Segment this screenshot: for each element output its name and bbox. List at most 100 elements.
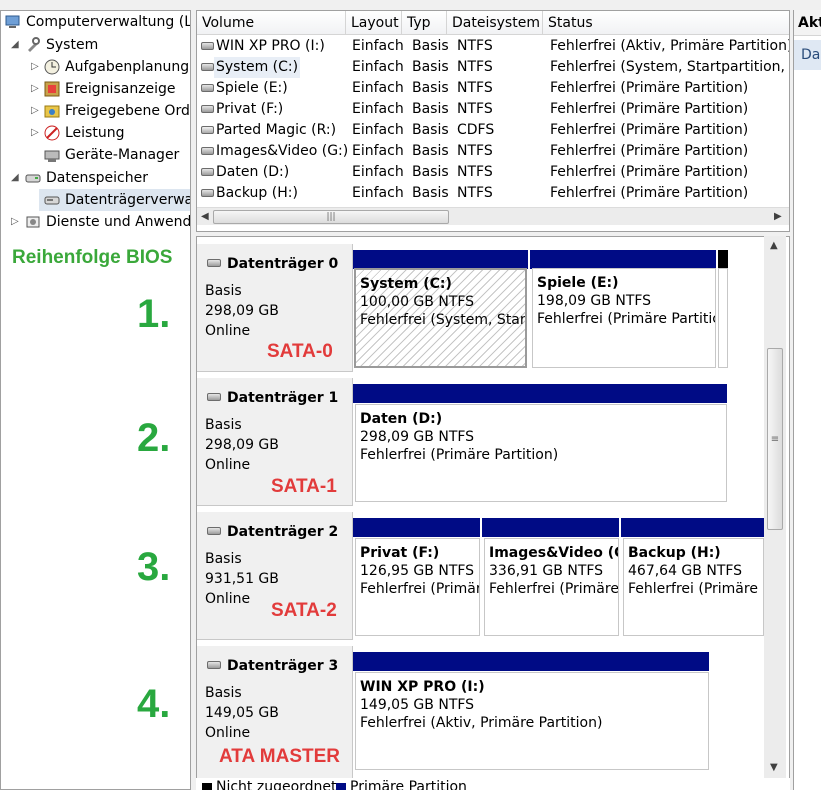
column-header-type[interactable]: Typ xyxy=(402,11,447,35)
partition-images-video-g[interactable]: Images&Video (C 336,91 GB NTFS Fehlerfre… xyxy=(484,538,619,636)
cell-filesystem: CDFS xyxy=(457,122,495,138)
expand-arrow-icon[interactable]: ▷ xyxy=(31,56,39,78)
order-number-3: 3. xyxy=(137,545,171,589)
cell-type: Basis xyxy=(412,59,449,75)
scrollbar-thumb[interactable]: ≡ xyxy=(767,348,783,530)
primary-swatch xyxy=(336,783,346,790)
table-row[interactable]: Privat (F:) Einfach Basis NTFS Fehlerfre… xyxy=(197,99,789,120)
collapse-arrow-icon[interactable]: ◢ xyxy=(11,167,19,189)
tree-item-system[interactable]: ◢ System xyxy=(1,34,190,56)
tree-item-label: Aufgabenplanung xyxy=(65,59,190,75)
partition-name: Spiele (E:) xyxy=(537,275,619,291)
table-row[interactable]: Spiele (E:) Einfach Basis NTFS Fehlerfre… xyxy=(197,78,789,99)
partition-name: Backup (H:) xyxy=(628,545,721,561)
scroll-down-icon[interactable]: ▼ xyxy=(770,762,778,773)
horizontal-scrollbar[interactable]: ◀ ||| ▶ xyxy=(197,207,789,225)
disk-icon xyxy=(207,259,221,267)
cell-type: Basis xyxy=(412,101,449,117)
cell-status: Fehlerfrei (Primäre Partition) xyxy=(550,164,749,180)
partition-size: 467,64 GB NTFS xyxy=(628,563,743,579)
expand-arrow-icon[interactable]: ▷ xyxy=(31,122,39,144)
tree-item-device-manager[interactable]: Geräte-Manager xyxy=(1,144,190,166)
tree-item-event-viewer[interactable]: ▷ Ereignisanzeige xyxy=(1,78,190,100)
vertical-scrollbar[interactable]: ▲ ≡ ▼ xyxy=(764,236,786,784)
tree-item-services[interactable]: ▷ Dienste und Anwendu xyxy=(1,211,190,233)
unallocated-space[interactable] xyxy=(718,268,728,368)
scroll-right-icon[interactable]: ▶ xyxy=(774,211,782,222)
disk-state: Online xyxy=(205,323,251,339)
disk-type: Basis xyxy=(205,551,242,567)
partition-name: Daten (D:) xyxy=(360,411,443,427)
cell-status: Fehlerfrei (System, Startpartition, Au xyxy=(550,59,790,75)
drive-icon xyxy=(201,168,214,176)
drive-icon xyxy=(201,189,214,197)
disk-2-label[interactable]: Datenträger 2 Basis 931,51 GB Online SAT… xyxy=(197,512,353,640)
cell-filesystem: NTFS xyxy=(457,143,493,159)
order-number-2: 2. xyxy=(137,416,171,460)
partition-size: 149,05 GB NTFS xyxy=(360,697,475,713)
disk-state: Online xyxy=(205,457,251,473)
partition-status: Fehlerfrei (Primäre Partition) xyxy=(360,447,559,463)
action-item-disk-management[interactable]: Da xyxy=(794,40,821,70)
disk-1-label[interactable]: Datenträger 1 Basis 298,09 GB Online SAT… xyxy=(197,378,353,506)
partition-bar xyxy=(621,518,764,537)
collapse-arrow-icon[interactable]: ◢ xyxy=(11,34,19,56)
tree-item-label: Geräte-Manager xyxy=(65,147,180,163)
cell-volume: Backup (H:) xyxy=(216,185,298,201)
order-number-1: 1. xyxy=(137,292,171,336)
tree-item-computer-management[interactable]: Computerverwaltung (Lo xyxy=(1,11,190,33)
disk-0-label[interactable]: Datenträger 0 Basis 298,09 GB Online SAT… xyxy=(197,244,353,372)
cell-type: Basis xyxy=(412,38,449,54)
column-header-filesystem[interactable]: Dateisystem xyxy=(447,11,543,35)
disk-name: Datenträger 1 xyxy=(227,390,339,406)
partition-system-c[interactable]: System (C:) 100,00 GB NTFS Fehlerfrei (S… xyxy=(354,268,527,368)
partition-name: WIN XP PRO (I:) xyxy=(360,679,485,695)
partition-spiele-e[interactable]: Spiele (E:) 198,09 GB NTFS Fehlerfrei (P… xyxy=(532,268,716,368)
cell-layout: Einfach xyxy=(352,38,404,54)
partition-win-xp-pro-i[interactable]: WIN XP PRO (I:) 149,05 GB NTFS Fehlerfre… xyxy=(355,672,709,770)
port-label-sata-1: SATA-1 xyxy=(271,476,337,497)
cell-layout: Einfach xyxy=(352,143,404,159)
table-row[interactable]: Images&Video (G:) Einfach Basis NTFS Feh… xyxy=(197,141,789,162)
tree-item-performance[interactable]: ▷ Leistung xyxy=(1,122,190,144)
unallocated-bar xyxy=(718,250,728,269)
cell-layout: Einfach xyxy=(352,80,404,96)
legend-unallocated: Nicht zugeordnet xyxy=(216,779,337,790)
partition-backup-h[interactable]: Backup (H:) 467,64 GB NTFS Fehlerfrei (P… xyxy=(623,538,764,636)
cell-status: Fehlerfrei (Primäre Partition) xyxy=(550,143,749,159)
tree-item-disk-management[interactable]: Datenträgerverwalt xyxy=(39,189,190,211)
disk-type: Basis xyxy=(205,417,242,433)
partition-daten-d[interactable]: Daten (D:) 298,09 GB NTFS Fehlerfrei (Pr… xyxy=(355,404,727,502)
column-header-status[interactable]: Status xyxy=(543,11,789,35)
expand-arrow-icon[interactable]: ▷ xyxy=(31,78,39,100)
partition-privat-f[interactable]: Privat (F:) 126,95 GB NTFS Fehlerfrei (P… xyxy=(355,538,480,636)
disk-name: Datenträger 3 xyxy=(227,658,339,674)
cell-type: Basis xyxy=(412,143,449,159)
table-row[interactable]: WIN XP PRO (I:) Einfach Basis NTFS Fehle… xyxy=(197,36,789,57)
column-header-layout[interactable]: Layout xyxy=(346,11,402,35)
volume-list: Volume Layout Typ Dateisystem Status WIN… xyxy=(196,10,790,232)
table-row[interactable]: System (C:) Einfach Basis NTFS Fehlerfre… xyxy=(197,57,790,78)
cell-layout: Einfach xyxy=(352,59,404,75)
table-row[interactable]: Parted Magic (R:) Einfach Basis CDFS Feh… xyxy=(197,120,789,141)
tree-item-task-scheduler[interactable]: ▷ Aufgabenplanung xyxy=(1,56,190,78)
table-row[interactable]: Backup (H:) Einfach Basis NTFS Fehlerfre… xyxy=(197,183,789,204)
performance-icon xyxy=(44,125,60,141)
bios-order-title: Reihenfolge BIOS xyxy=(12,247,173,268)
scrollbar-thumb[interactable]: ||| xyxy=(213,210,449,224)
tree-item-shared-folders[interactable]: ▷ Freigegebene Ordr xyxy=(1,100,190,122)
partition-name: System (C:) xyxy=(360,276,452,292)
disk-state: Online xyxy=(205,591,251,607)
partition-status: Fehlerfrei (Primäre l xyxy=(628,581,764,597)
disk-3-label[interactable]: Datenträger 3 Basis 149,05 GB Online ATA… xyxy=(197,646,353,780)
scroll-up-icon[interactable]: ▲ xyxy=(770,240,778,251)
table-row[interactable]: Daten (D:) Einfach Basis NTFS Fehlerfrei… xyxy=(197,162,789,183)
scroll-left-icon[interactable]: ◀ xyxy=(201,211,209,222)
partition-bar xyxy=(353,250,528,269)
expand-arrow-icon[interactable]: ▷ xyxy=(11,211,19,233)
cell-volume: System (C:) xyxy=(214,57,301,78)
tree-item-storage[interactable]: ◢ Datenspeicher xyxy=(1,167,190,189)
expand-arrow-icon[interactable]: ▷ xyxy=(31,100,39,122)
column-header-volume[interactable]: Volume xyxy=(197,11,346,35)
cell-layout: Einfach xyxy=(352,122,404,138)
